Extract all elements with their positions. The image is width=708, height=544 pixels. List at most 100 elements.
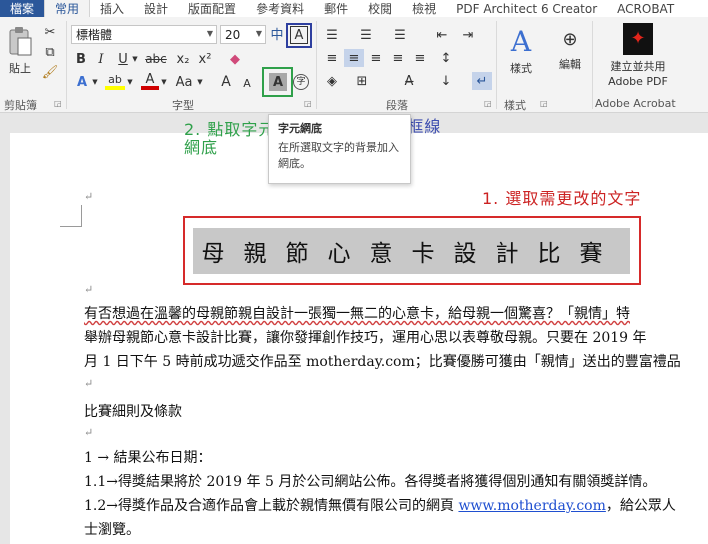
- tab-design[interactable]: 設計: [134, 0, 178, 17]
- decrease-indent-icon[interactable]: ⇤: [432, 26, 452, 44]
- styles-launcher-icon[interactable]: ◲: [540, 99, 548, 108]
- paragraph-launcher-icon[interactable]: ◲: [484, 99, 492, 108]
- paste-icon[interactable]: [6, 25, 34, 59]
- asian-layout-icon[interactable]: A̶: [398, 72, 420, 90]
- body-line-1[interactable]: 有否想過在溫馨的母親節親自設計一張獨一無二的心意卡，給母親一個驚喜？「親情」特: [84, 303, 630, 323]
- website-link[interactable]: www.motherday.com: [458, 498, 605, 514]
- annotation-step-1: 1. 選取需更改的文字: [482, 189, 642, 208]
- chevron-down-icon[interactable]: ▼: [126, 77, 134, 87]
- group-divider: [316, 21, 317, 109]
- clipboard-launcher-icon[interactable]: ◲: [54, 99, 62, 108]
- highlight-button[interactable]: ab: [105, 72, 125, 90]
- distributed-icon[interactable]: ≡: [410, 49, 430, 67]
- styles-icon[interactable]: A: [505, 25, 537, 59]
- sort-icon[interactable]: ↓: [436, 72, 456, 90]
- format-painter-icon[interactable]: 🖌: [42, 64, 59, 80]
- paste-button-label[interactable]: 貼上: [5, 62, 35, 75]
- phonetic-guide-button[interactable]: 中: [268, 26, 286, 44]
- strikethrough-button[interactable]: abc: [144, 50, 168, 68]
- body-line-1-text: 有否想過在溫馨的母親節親自設計一張獨一無二的心意卡，給母親一個驚喜？「親情」特: [84, 306, 630, 322]
- grow-font-button[interactable]: A: [218, 73, 234, 91]
- justify-icon[interactable]: ≡: [388, 49, 408, 67]
- chevron-down-icon[interactable]: ▼: [256, 29, 262, 38]
- tab-review[interactable]: 校閱: [358, 0, 402, 17]
- increase-indent-icon[interactable]: ⇥: [458, 26, 478, 44]
- chevron-down-icon[interactable]: ▼: [196, 77, 204, 87]
- ribbon: 貼上 ✂ ⧉ 🖌 剪貼簿 ◲ 標楷體 ▼ 20 ▼ 中 A B I U ▼ ab…: [0, 17, 708, 113]
- body-line-2[interactable]: 舉辦母親節心意卡設計比賽，讓你發揮創作技巧，運用心思以表尊敬母親。只要在 201…: [84, 327, 647, 347]
- borders-icon[interactable]: ⊞: [352, 72, 372, 90]
- clear-formatting-icon[interactable]: ◆: [226, 50, 244, 68]
- binoculars-icon[interactable]: ⊕: [557, 27, 583, 53]
- list-item[interactable]: 1.2→得獎作品及合適作品會上載於親情無價有限公司的網頁 www.motherd…: [84, 495, 676, 515]
- list-item-text: 1.2→得獎作品及合適作品會上載於親情無價有限公司的網頁: [84, 498, 459, 514]
- margin-corner-mark: [60, 205, 82, 227]
- superscript-button[interactable]: x²: [196, 50, 214, 68]
- tooltip-body: 在所選取文字的背景加入網底。: [278, 140, 399, 170]
- adobe-acrobat-icon[interactable]: ✦: [623, 23, 653, 55]
- chevron-down-icon[interactable]: ▼: [207, 29, 213, 38]
- paragraph-mark: ↵: [84, 426, 94, 439]
- editing-button-label[interactable]: 編輯: [552, 58, 588, 71]
- cut-icon[interactable]: ✂: [42, 24, 58, 40]
- font-launcher-icon[interactable]: ◲: [304, 99, 312, 108]
- multilevel-list-icon[interactable]: ☰: [390, 26, 410, 44]
- chevron-down-icon[interactable]: ▼: [91, 77, 99, 87]
- section-heading[interactable]: 比賽細則及條款: [84, 401, 182, 421]
- tab-layout[interactable]: 版面配置: [178, 0, 246, 17]
- paragraph-group-label: 段落: [386, 99, 408, 112]
- group-divider: [66, 21, 67, 109]
- styles-group-label: 樣式: [504, 99, 526, 112]
- copy-icon[interactable]: ⧉: [42, 44, 58, 60]
- body-line-3[interactable]: 月 1 日下午 5 時前成功遞交作品至 motherday.com；比賽優勝可獲…: [84, 351, 681, 371]
- line-spacing-icon[interactable]: ↕: [436, 49, 456, 67]
- shrink-font-button[interactable]: A: [240, 75, 254, 91]
- create-share-pdf-label-1[interactable]: 建立並共用: [600, 60, 676, 73]
- tab-acrobat[interactable]: ACROBAT: [607, 0, 684, 17]
- character-border-highlight: [286, 23, 312, 48]
- list-item[interactable]: 1 → 結果公布日期：: [84, 447, 212, 467]
- align-center-icon[interactable]: ≡: [344, 49, 364, 67]
- create-share-pdf-label-2[interactable]: Adobe PDF: [600, 75, 676, 88]
- font-name-value: 標楷體: [76, 28, 113, 42]
- tab-file[interactable]: 檔案: [0, 0, 44, 17]
- list-item[interactable]: 士瀏覽。: [84, 519, 140, 539]
- paragraph-mark: ↵: [84, 377, 94, 390]
- annotation-step-2-cont: 網底: [184, 138, 219, 157]
- tab-home[interactable]: 常用: [44, 0, 91, 17]
- paragraph-mark: ↵: [84, 190, 94, 203]
- show-marks-icon[interactable]: ↵: [472, 72, 492, 90]
- bold-button[interactable]: B: [73, 50, 89, 68]
- font-size-value: 20: [225, 27, 241, 42]
- underline-button[interactable]: U: [115, 50, 131, 68]
- tab-pdf-architect[interactable]: PDF Architect 6 Creator: [446, 0, 607, 17]
- tab-view[interactable]: 檢視: [402, 0, 446, 17]
- list-item[interactable]: 1.1→得獎結果將於 2019 年 5 月於公司網站公佈。各得獎者將獲得個別通知…: [84, 471, 656, 491]
- align-right-icon[interactable]: ≡: [366, 49, 386, 67]
- document-title[interactable]: 母親節心意卡設計比賽: [193, 228, 630, 274]
- font-color-button[interactable]: A: [141, 72, 159, 90]
- character-shading-highlight: [262, 67, 293, 97]
- subscript-button[interactable]: x₂: [174, 50, 192, 68]
- shading-icon[interactable]: ◈: [322, 72, 342, 90]
- font-name-combo[interactable]: 標楷體 ▼: [71, 25, 217, 44]
- enclose-characters-button[interactable]: 字: [293, 74, 309, 90]
- ribbon-tab-bar: 檔案 常用 插入 設計 版面配置 參考資料 郵件 校閱 檢視 PDF Archi…: [0, 0, 708, 17]
- clipboard-group-label: 剪貼簿: [4, 99, 37, 112]
- chevron-down-icon[interactable]: ▼: [131, 54, 139, 64]
- tab-references[interactable]: 參考資料: [246, 0, 314, 17]
- text-effects-button[interactable]: A: [73, 73, 91, 91]
- font-size-combo[interactable]: 20 ▼: [220, 25, 266, 44]
- character-shading-tooltip: 字元網底 在所選取文字的背景加入網底。: [268, 114, 411, 184]
- change-case-button[interactable]: Aa: [173, 73, 195, 91]
- styles-button-label[interactable]: 樣式: [502, 62, 540, 75]
- align-left-icon[interactable]: ≡: [322, 49, 342, 67]
- tab-insert[interactable]: 插入: [90, 0, 134, 17]
- tab-mailings[interactable]: 郵件: [314, 0, 358, 17]
- group-divider: [592, 21, 593, 109]
- bullets-icon[interactable]: ☰: [322, 26, 342, 44]
- group-divider: [496, 21, 497, 109]
- numbering-icon[interactable]: ☰: [356, 26, 376, 44]
- italic-button[interactable]: I: [93, 50, 109, 68]
- chevron-down-icon[interactable]: ▼: [160, 77, 168, 87]
